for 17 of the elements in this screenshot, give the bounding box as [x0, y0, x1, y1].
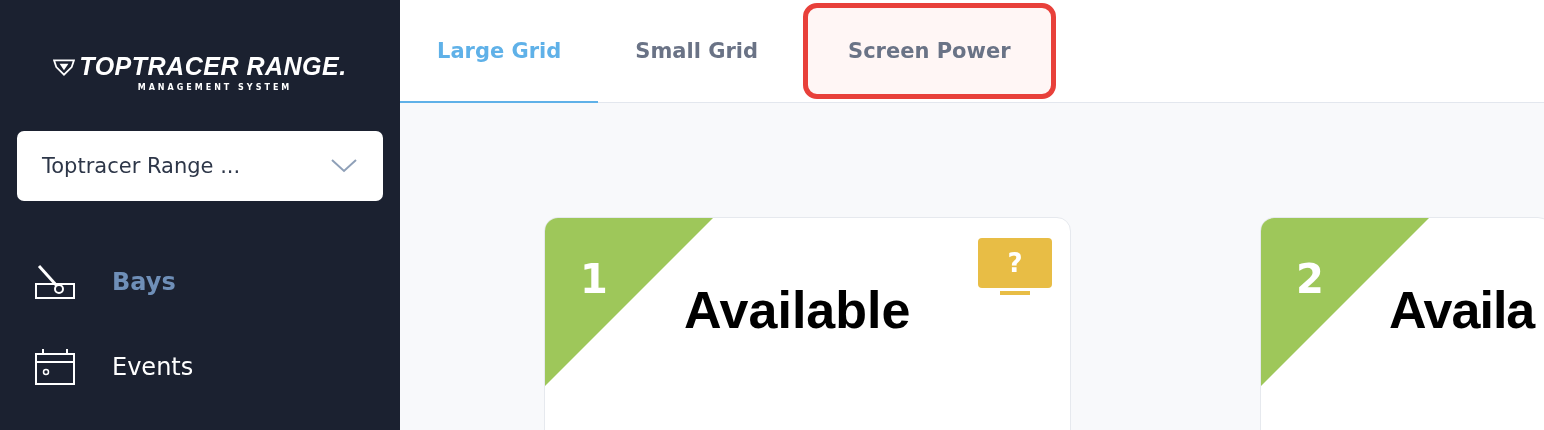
bay-status: Availa	[1389, 280, 1535, 340]
calendar-icon	[35, 348, 77, 386]
tab[interactable]: Screen Power	[803, 3, 1056, 99]
logo-title: TOPTRACER RANGE.	[79, 52, 347, 81]
logo-subtitle: MANAGEMENT SYSTEM	[137, 83, 293, 92]
bay-card[interactable]: 1 Available ?	[544, 217, 1071, 430]
bay-status: Available	[684, 280, 911, 340]
nav-item[interactable]: Events	[112, 353, 194, 381]
golf-club-icon	[35, 264, 77, 300]
bay-number: 1	[580, 256, 608, 302]
bay-number: 2	[1296, 256, 1324, 302]
venue-dropdown[interactable]: Toptracer Range ...	[17, 131, 383, 201]
nav-item[interactable]: Bays	[112, 268, 176, 296]
chevron-down-icon	[331, 159, 357, 173]
shield-logo-icon	[53, 57, 76, 76]
bay-card[interactable]: 2 Availa	[1260, 217, 1544, 430]
tab[interactable]: Small Grid	[598, 0, 796, 103]
